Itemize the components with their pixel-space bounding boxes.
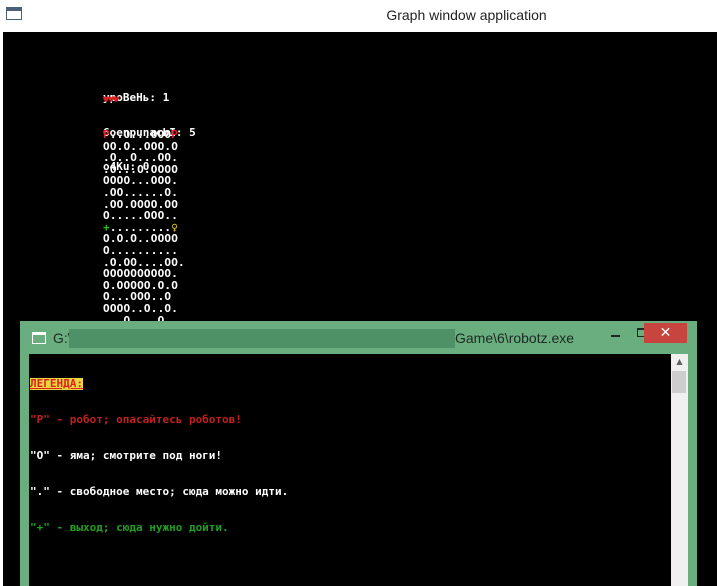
legend-line-pit: "O" - яма; смотрите под ноги! bbox=[30, 449, 223, 462]
legend-line-exit: "+" - выход; сюда нужно дойти. bbox=[30, 521, 229, 534]
graph-window-titlebar[interactable]: Graph window application bbox=[0, 0, 717, 32]
vertical-scrollbar[interactable]: ▲ bbox=[671, 354, 688, 586]
scroll-up-arrow-icon[interactable]: ▲ bbox=[671, 354, 688, 370]
console-window: G:\ Game\6\robotz.exe ✕ ЛЕГЕНДА: "P" - р… bbox=[20, 321, 697, 586]
close-button[interactable]: ✕ bbox=[644, 323, 687, 343]
redacted-path bbox=[69, 329, 455, 348]
legend-title: ЛЕГЕНДА: bbox=[30, 377, 83, 390]
minimize-button[interactable] bbox=[603, 323, 629, 343]
console-icon bbox=[32, 332, 46, 344]
lives-hearts-icon: ♥♥♥ bbox=[103, 95, 119, 106]
console-titlebar[interactable]: G:\ Game\6\robotz.exe ✕ bbox=[20, 321, 697, 354]
console-output[interactable]: ЛЕГЕНДА: "P" - робот; опасайтесь роботов… bbox=[29, 354, 688, 586]
legend-line-robot: "P" - робот; опасайтесь роботов! bbox=[30, 413, 242, 426]
graph-window-title: Graph window application bbox=[386, 7, 547, 23]
console-title-suffix: Game\6\robotz.exe bbox=[455, 330, 575, 346]
game-grid: P..O...OOOP OO.O..OOO.O .O..O...OO. .O...O.… bbox=[103, 129, 185, 338]
legend-line-free: "." - свободное место; сюда можно идти. bbox=[30, 485, 289, 498]
scrollbar-thumb[interactable] bbox=[672, 371, 686, 393]
legend-text: ЛЕГЕНДА: "P" - робот; опасайтесь роботов… bbox=[30, 354, 288, 558]
